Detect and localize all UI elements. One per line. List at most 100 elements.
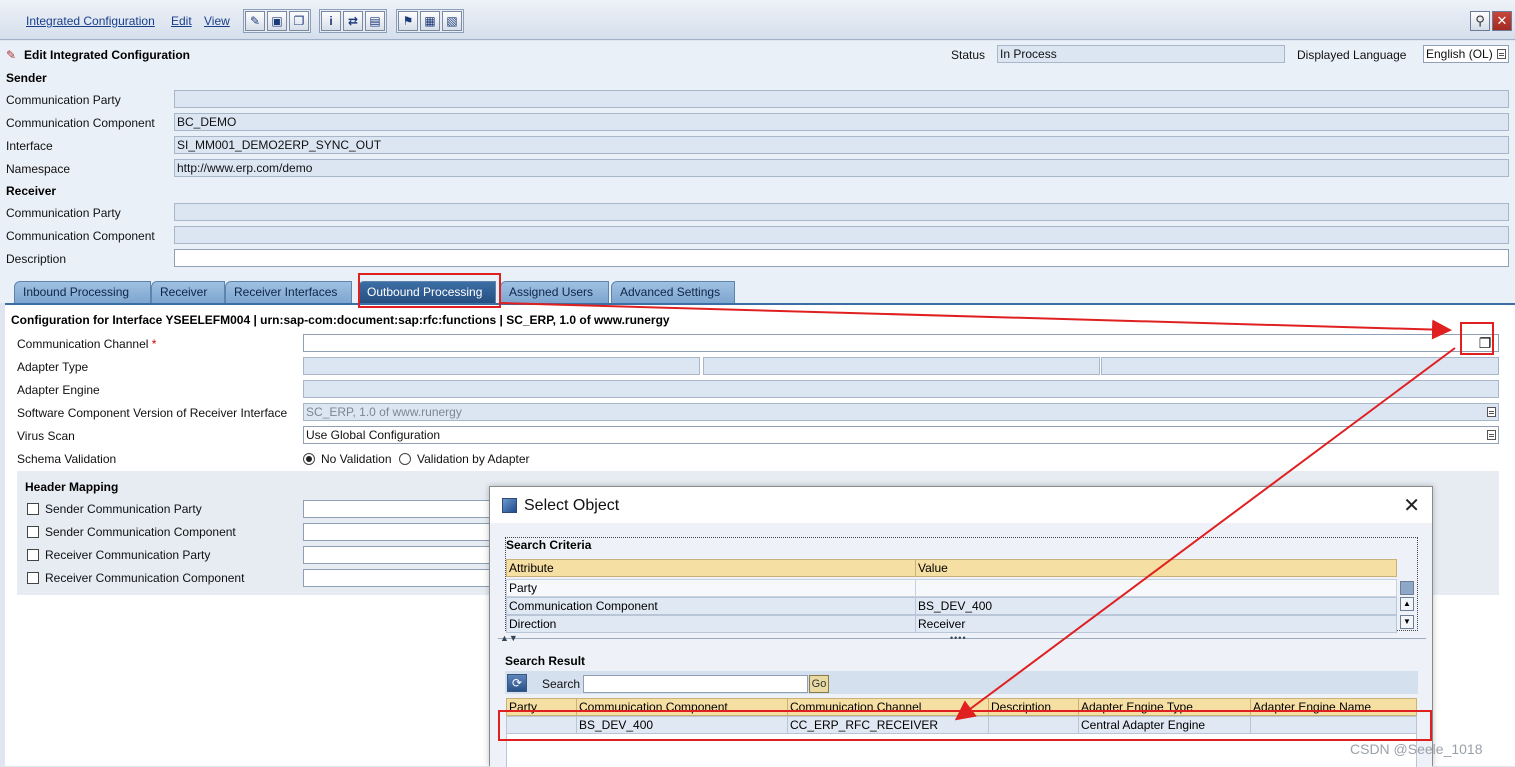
criteria-row-component-value[interactable]: BS_DEV_400 <box>915 597 1397 615</box>
tab-assigned-users[interactable]: Assigned Users <box>500 281 609 303</box>
edit-pencil-icon[interactable]: ✎ <box>245 11 265 31</box>
tab-inbound-processing[interactable]: Inbound Processing <box>14 281 151 303</box>
sender-party-mapping-input[interactable] <box>303 500 493 518</box>
page-title: Edit Integrated Configuration <box>24 48 190 62</box>
checkbox-sender-party[interactable] <box>27 503 39 515</box>
toolbar-group-info: i ⇄ ▤ <box>319 9 387 33</box>
annotation-box-result-row <box>498 710 1432 741</box>
sender-interface-label: Interface <box>6 139 53 153</box>
sender-interface-field: SI_MM001_DEMO2ERP_SYNC_OUT <box>174 136 1509 154</box>
description-label: Description <box>6 252 67 266</box>
search-result-title: Search Result <box>505 654 586 668</box>
tab-advanced-settings[interactable]: Advanced Settings <box>611 281 735 303</box>
sender-component-mapping-input[interactable] <box>303 523 493 541</box>
checkbox-receiver-party[interactable] <box>27 549 39 561</box>
close-icon[interactable]: ✕ <box>1403 493 1420 518</box>
status-label: Status <box>951 48 986 62</box>
copy-icon[interactable]: ❐ <box>289 11 309 31</box>
save-icon[interactable]: ▣ <box>267 11 287 31</box>
navigate-icon[interactable]: ⇄ <box>343 11 363 31</box>
radio-validation-by-adapter-label: Validation by Adapter <box>417 452 530 466</box>
search-label: Search <box>542 677 581 691</box>
sender-party-label: Communication Party <box>6 93 121 107</box>
menu-integrated-configuration[interactable]: Integrated Configuration <box>26 14 155 28</box>
language-value: English (OL) <box>1426 47 1493 61</box>
sender-party-mapping-label: Sender Communication Party <box>45 502 202 516</box>
scroll-up-icon[interactable]: ▲ <box>1400 597 1414 611</box>
document-icon[interactable]: ▧ <box>442 11 462 31</box>
criteria-row-party-attr: Party <box>506 579 916 597</box>
sender-component-field: BC_DEMO <box>174 113 1509 131</box>
transport-icon[interactable]: ⚑ <box>398 11 418 31</box>
receiver-component-mapping-input[interactable] <box>303 569 493 587</box>
scroll-down-icon[interactable]: ▼ <box>1400 615 1414 629</box>
sender-namespace-field: http://www.erp.com/demo <box>174 159 1509 177</box>
radio-no-validation-label: No Validation <box>321 452 392 466</box>
comm-channel-label-text: Communication Channel <box>17 337 149 351</box>
sender-party-field <box>174 90 1509 108</box>
checkbox-sender-component[interactable] <box>27 526 39 538</box>
criteria-header-value: Value <box>915 559 1397 577</box>
receiver-party-label: Communication Party <box>6 206 121 220</box>
criteria-row-direction-value[interactable]: Receiver <box>915 615 1397 633</box>
criteria-row-component-attr: Communication Component <box>506 597 916 615</box>
config-title: Configuration for Interface YSEELEFM004 … <box>11 313 670 327</box>
swcv-select: SC_ERP, 1.0 of www.runergy <box>303 403 1499 421</box>
watermark: CSDN @Seele_1018 <box>1350 741 1483 757</box>
virus-scan-value: Use Global Configuration <box>306 428 441 442</box>
description-input[interactable] <box>174 249 1509 267</box>
receiver-component-label: Communication Component <box>6 229 155 243</box>
dialog-title: Select Object <box>524 497 620 514</box>
receiver-party-mapping-label: Receiver Communication Party <box>45 548 211 562</box>
structure-icon[interactable]: ▤ <box>365 11 385 31</box>
go-button[interactable]: Go <box>809 675 829 693</box>
dropdown-icon <box>1487 407 1496 417</box>
sender-component-label: Communication Component <box>6 116 155 130</box>
adapter-type-field-2 <box>703 357 1100 375</box>
comm-channel-input[interactable] <box>303 334 1499 352</box>
close-icon[interactable]: ✕ <box>1492 11 1512 31</box>
receiver-party-field <box>174 203 1509 221</box>
criteria-row-direction-attr: Direction <box>506 615 916 633</box>
annotation-box-tab <box>358 273 501 308</box>
table-icon[interactable]: ▦ <box>420 11 440 31</box>
collapse-arrows-icon[interactable]: ▲▼ <box>500 633 518 643</box>
receiver-component-field <box>174 226 1509 244</box>
info-icon[interactable]: i <box>321 11 341 31</box>
menu-bar: Integrated Configuration Edit View ✎ ▣ ❐… <box>0 0 1515 40</box>
radio-validation-by-adapter[interactable] <box>399 453 411 465</box>
sender-section-title: Sender <box>6 71 47 85</box>
schema-validation-label: Schema Validation <box>17 452 117 466</box>
annotation-box-value-help <box>1460 322 1494 355</box>
menu-view[interactable]: View <box>204 14 230 28</box>
object-header-area: ✎ Edit Integrated Configuration Status I… <box>0 41 1515 281</box>
swcv-value: SC_ERP, 1.0 of www.runergy <box>306 405 462 419</box>
splitter-grip-icon[interactable]: •••• <box>950 633 967 643</box>
criteria-row-party-value[interactable] <box>915 579 1397 597</box>
toolbar-group-edit: ✎ ▣ ❐ <box>243 9 311 33</box>
tab-strip: Inbound Processing Receiver Receiver Int… <box>0 281 1515 303</box>
language-label: Displayed Language <box>1297 48 1407 62</box>
swcv-label: Software Component Version of Receiver I… <box>17 406 288 420</box>
radio-no-validation[interactable] <box>303 453 315 465</box>
receiver-component-mapping-label: Receiver Communication Component <box>45 571 245 585</box>
language-select[interactable]: English (OL) <box>1423 45 1509 63</box>
sender-namespace-label: Namespace <box>6 162 71 176</box>
dialog-app-icon <box>502 498 517 513</box>
edit-object-icon: ✎ <box>6 48 17 62</box>
refresh-icon[interactable]: ⟳ <box>507 674 527 692</box>
scroll-thumb[interactable] <box>1400 581 1414 595</box>
tab-receiver[interactable]: Receiver <box>151 281 225 303</box>
tab-receiver-interfaces[interactable]: Receiver Interfaces <box>225 281 352 303</box>
toolbar-group-tools: ⚑ ▦ ▧ <box>396 9 464 33</box>
menu-edit[interactable]: Edit <box>171 14 192 28</box>
pin-icon[interactable]: ⚲ <box>1470 11 1490 31</box>
result-search-input[interactable] <box>583 675 808 693</box>
required-marker: * <box>151 337 157 351</box>
receiver-party-mapping-input[interactable] <box>303 546 493 564</box>
virus-scan-select[interactable]: Use Global Configuration <box>303 426 1499 444</box>
adapter-engine-field <box>303 380 1499 398</box>
checkbox-receiver-component[interactable] <box>27 572 39 584</box>
dropdown-icon <box>1497 49 1506 59</box>
dialog-titlebar: Select Object ✕ <box>490 487 1432 523</box>
